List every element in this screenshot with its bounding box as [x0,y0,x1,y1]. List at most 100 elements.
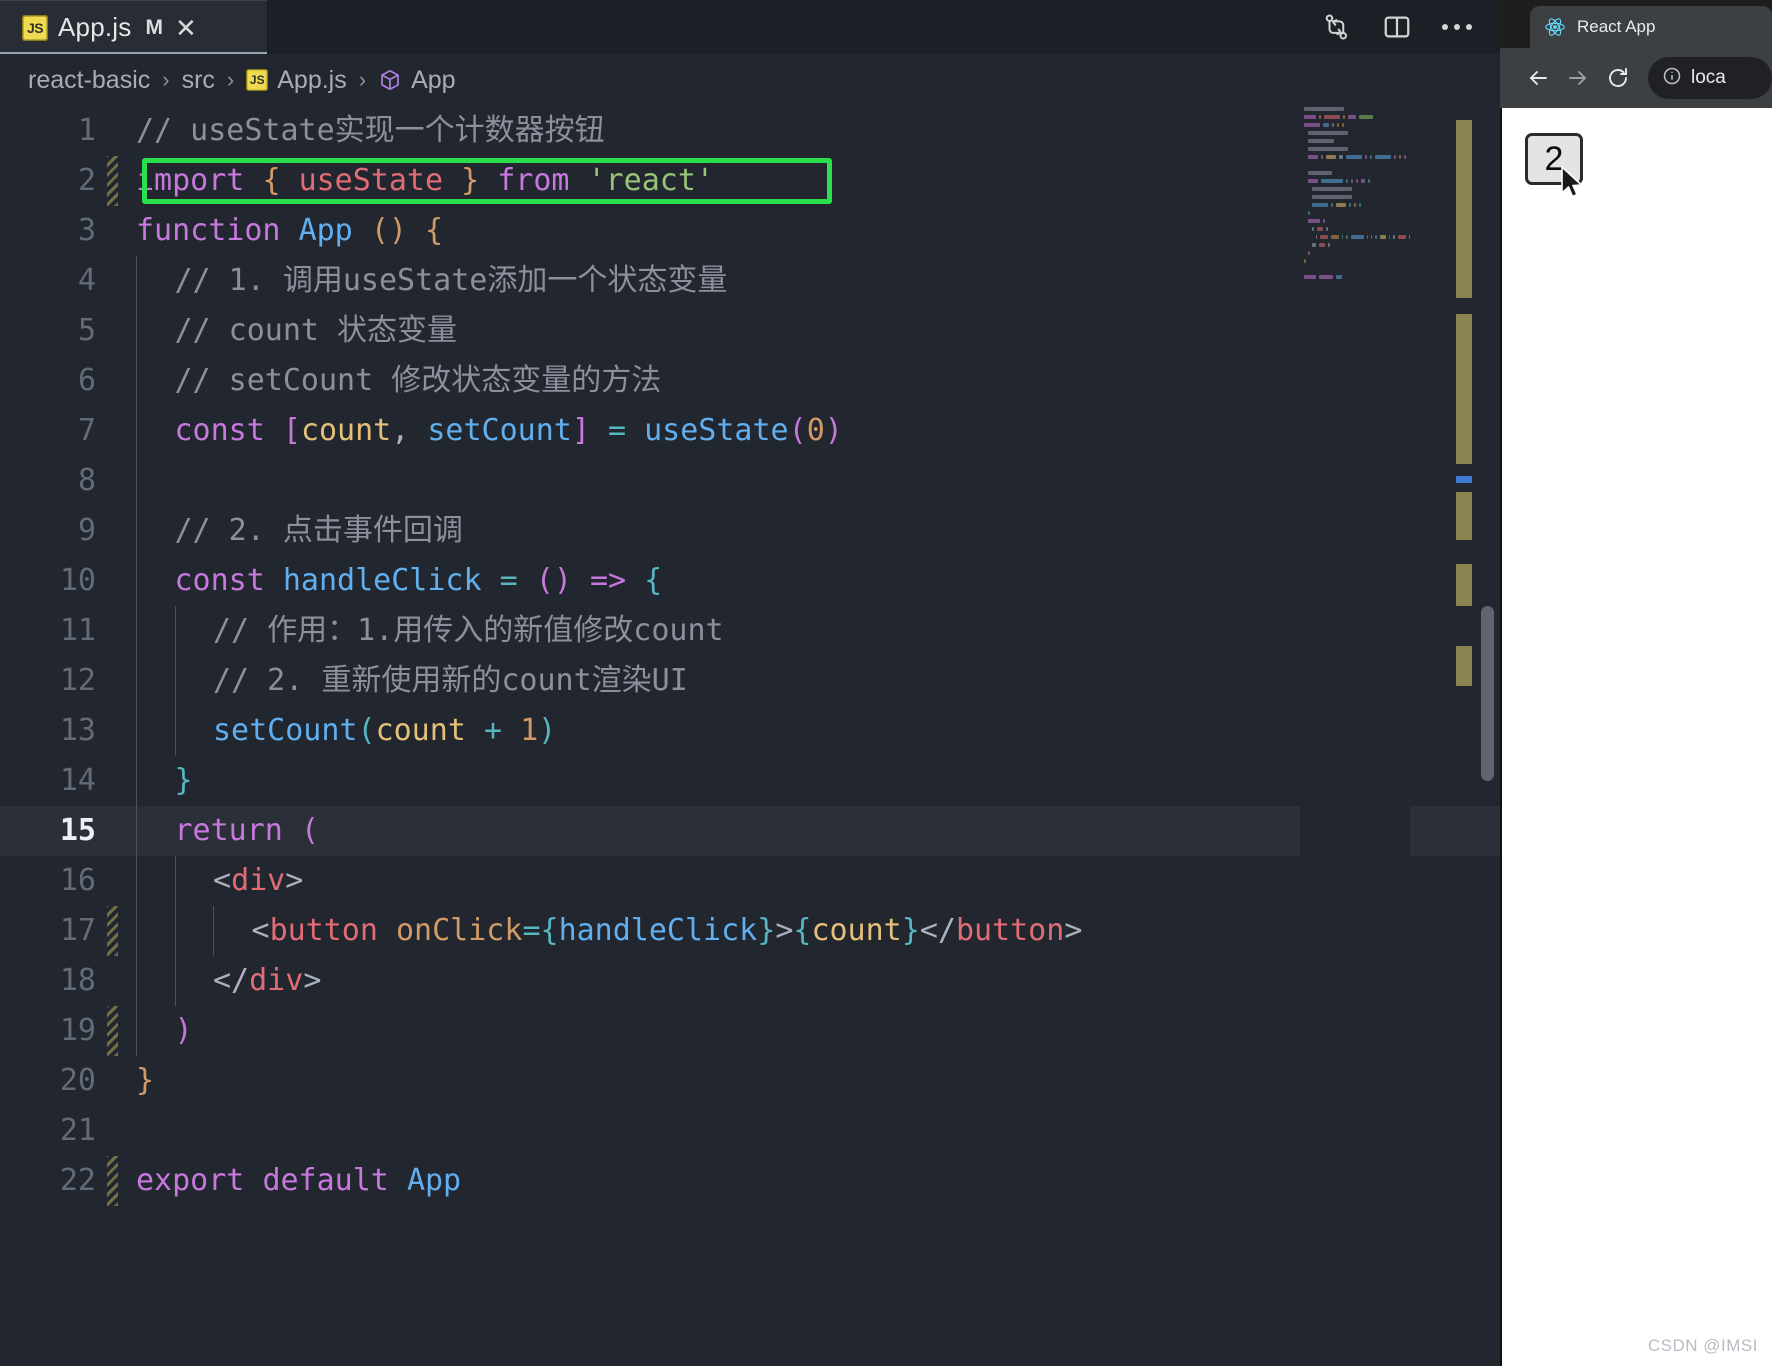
code-line[interactable]: 3 function App () { [0,206,1500,256]
code-line[interactable]: 5 // count 状态变量 [0,306,1500,356]
address-bar[interactable]: loca [1648,57,1772,99]
reload-icon[interactable] [1598,58,1638,98]
breadcrumb-item-folder[interactable]: src [182,66,215,95]
minimap-token [1346,155,1362,159]
code-editor-surface[interactable]: 1 // useState实现一个计数器按钮 2 import { useState … [0,106,1500,1366]
ruler-change-marker [1456,314,1472,464]
minimap-line [1300,122,1410,128]
browser-chrome: React App loca [1500,0,1772,108]
code-line[interactable]: 4 // 1. 调用useState添加一个状态变量 [0,256,1500,306]
minimap-token [1351,179,1353,183]
code-line[interactable]: 2 import { useState } from 'react' [0,156,1500,206]
minimap-line [1300,210,1410,216]
code-line[interactable]: 12 // 2. 重新使用新的count渲染UI [0,656,1500,706]
line-number: 18 [59,963,96,998]
code-token: App [298,213,353,248]
indent-guide [136,956,176,1006]
minimap-token [1312,227,1314,231]
screenshot-root: JS App.js M ✕ react-basic › src › JS App… [0,0,1772,1366]
code-line[interactable]: 14} [0,756,1500,806]
code-token: < [251,913,270,948]
code-token: const [174,413,265,448]
code-token: , [391,413,428,448]
code-line[interactable]: 20} [0,1056,1500,1106]
code-line[interactable]: 8 [0,456,1500,506]
indent-guide [174,956,215,1006]
code-line-content: // 1. 调用useState添加一个状态变量 [118,256,1500,306]
browser-toolbar: loca [1500,48,1772,108]
browser-tab-title: React App [1577,17,1656,36]
code-line[interactable]: 15 return ( [0,806,1500,856]
minimap-token [1339,155,1343,159]
code-token: setCount [427,413,572,448]
indent-guide [136,356,176,406]
editor-minimap[interactable] [1300,106,1410,1366]
overview-ruler[interactable] [1456,106,1472,1366]
code-line[interactable]: 7 const [count, setCount] = useState(0) [0,406,1500,456]
editor-tab-app-js[interactable]: JS App.js M ✕ [0,0,268,54]
browser-tab-react-app[interactable]: React App [1530,6,1772,48]
split-editor-icon[interactable] [1380,10,1414,44]
code-line[interactable]: 6 // setCount 修改状态变量的方法 [0,356,1500,406]
code-line[interactable]: 19) [0,1006,1500,1056]
code-line[interactable]: 18 </div> [0,956,1500,1006]
minimap-line [1300,186,1410,192]
indent-guide [136,806,176,856]
source-control-compare-icon[interactable] [1320,10,1354,44]
breadcrumb-item-project[interactable]: react-basic [28,66,150,95]
minimap-token [1326,227,1328,231]
code-line[interactable]: 17 <button onClick={handleClick}>{count}<… [0,906,1500,956]
code-line-content: // setCount 修改状态变量的方法 [118,356,1500,406]
line-number: 22 [0,1156,118,1206]
breadcrumb-item-file[interactable]: JS App.js [246,66,347,95]
minimap-line [1300,266,1410,272]
line-number: 5 [77,313,96,348]
minimap-token [1304,115,1316,119]
code-line[interactable]: 13 setCount(count + 1) [0,706,1500,756]
code-token: // 2. 点击事件回调 [174,513,463,548]
line-number: 3 [77,213,96,248]
indent-guide [136,506,176,556]
code-line[interactable]: 22 export default App [0,1156,1500,1206]
code-line[interactable]: 10 const handleClick = () => { [0,556,1500,606]
code-line[interactable]: 9 // 2. 点击事件回调 [0,506,1500,556]
line-number: 1 [77,113,96,148]
code-token: ( [300,813,319,848]
code-line[interactable]: 1 // useState实现一个计数器按钮 [0,106,1500,156]
line-number: 19 [0,1006,118,1056]
forward-icon[interactable] [1558,58,1598,98]
indent-guide [174,906,215,956]
code-token: > [1064,913,1083,948]
close-icon[interactable]: ✕ [175,15,197,41]
code-token: import [136,163,245,198]
code-token: ( [370,213,389,248]
minimap-line [1300,274,1410,280]
site-info-icon[interactable] [1662,66,1682,91]
code-line[interactable]: 16 <div> [0,856,1500,906]
minimap-token [1304,123,1320,127]
minimap-line [1300,154,1410,160]
ruler-cursor-marker [1456,476,1472,483]
code-line-content: import { useState } from 'react' [118,156,1500,206]
counter-button[interactable]: 2 [1525,133,1583,185]
code-token: from [497,163,570,198]
code-line[interactable]: 11 // 作用：1.用传入的新值修改count [0,606,1500,656]
minimap-token [1323,219,1325,223]
code-line-content [118,456,1500,506]
code-token: handleClick [282,563,482,598]
minimap-token [1308,139,1334,143]
code-line[interactable]: 21 [0,1106,1500,1156]
code-line-content: const handleClick = () => { [118,556,1500,606]
vertical-scrollbar[interactable] [1481,606,1494,781]
indent-guide [213,906,253,956]
code-token: + [483,713,502,748]
code-line-content: <button onClick={handleClick}>{count}</b… [118,906,1500,956]
breadcrumb-item-symbol[interactable]: App [378,66,456,95]
more-actions-icon[interactable] [1440,10,1474,44]
minimap-token [1398,235,1406,239]
back-icon[interactable] [1518,58,1558,98]
minimap-line [1300,242,1410,248]
minimap-token [1312,195,1352,199]
